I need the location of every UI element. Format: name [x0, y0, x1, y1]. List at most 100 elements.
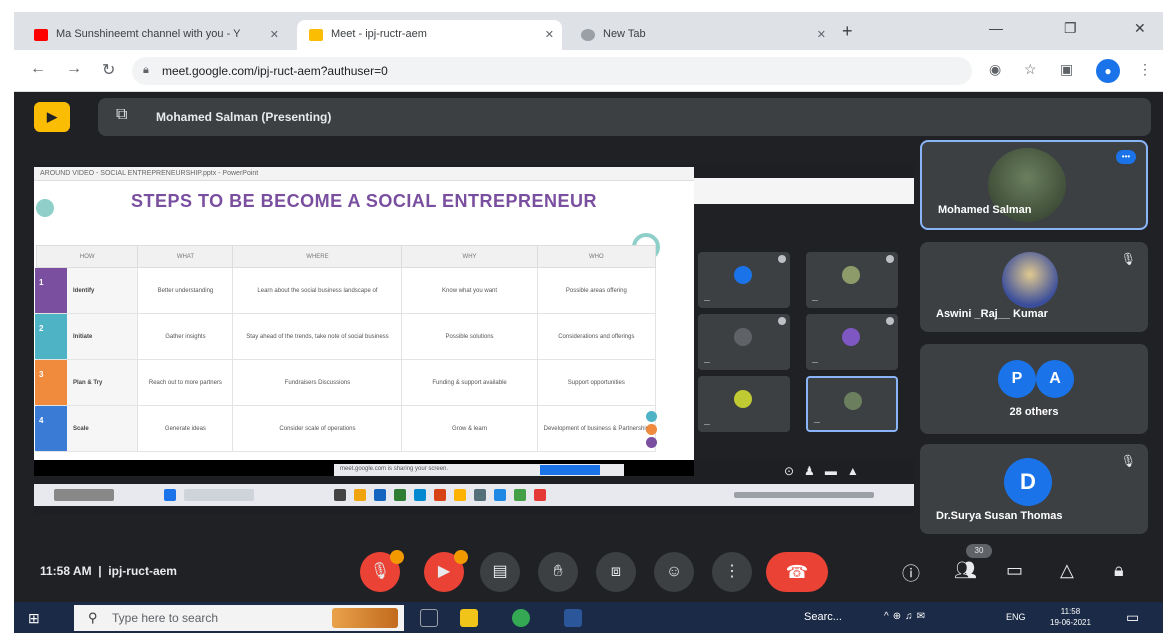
table-cell: Fundraisers Discussions	[232, 359, 403, 406]
tab-label: New Tab	[603, 28, 646, 40]
tab-new-tab[interactable]: New Tab ✕	[569, 20, 834, 50]
mini-controls: ⊙♟▬▲	[784, 464, 869, 478]
participant-name: Mohamed Salman	[938, 204, 1032, 216]
host-controls-icon[interactable]: 🔒︎	[1114, 560, 1124, 581]
more-options-button[interactable]: ⋮	[712, 552, 752, 592]
system-tray-icons[interactable]: ^⊕♫✉	[884, 611, 929, 622]
clock-time: 11:58	[1060, 607, 1081, 616]
mini-participant-tile: —	[698, 314, 790, 370]
new-tab-icon	[581, 29, 595, 41]
step-cell: 3 Plan & Try	[35, 359, 139, 406]
window-close-icon[interactable]: ✕	[1134, 20, 1146, 37]
reactions-button[interactable]: ☺︎	[654, 552, 694, 592]
meet-icon	[309, 29, 323, 41]
step-cell: 2 Initiate	[35, 313, 139, 360]
table-cell: Development of business & Partnership	[536, 405, 657, 452]
restore-icon[interactable]: ❐	[1064, 20, 1077, 37]
captions-button[interactable]: ▤	[480, 552, 520, 592]
table-row: 2 Initiate Gather insights Stay ahead of th…	[35, 313, 657, 360]
chat-icon[interactable]: ▭	[1006, 560, 1023, 581]
participant-photo	[1002, 252, 1058, 308]
back-arrow-icon[interactable]: ←	[30, 60, 46, 78]
camera-permission-icon[interactable]: ◉	[989, 61, 1001, 78]
mini-participant-tile: —	[806, 252, 898, 308]
star-icon[interactable]: ☆	[1024, 61, 1037, 78]
reload-icon[interactable]: ↻	[102, 60, 115, 80]
extensions-icon[interactable]: ▣	[1060, 61, 1073, 78]
close-tab-icon[interactable]: ✕	[817, 28, 826, 41]
camera-toggle-button[interactable]: ▶︎	[424, 550, 468, 592]
windows-start-icon[interactable]: ⊞	[28, 610, 40, 627]
stop-sharing-button[interactable]	[540, 465, 600, 475]
close-tab-icon[interactable]: ✕	[270, 28, 279, 41]
table-cell: Generate ideas	[137, 405, 234, 452]
url-bar[interactable]: 🔒︎ meet.google.com/ipj-ruct-aem?authuser…	[132, 57, 972, 85]
profile-avatar-icon[interactable]: ●	[1096, 59, 1120, 83]
participant-tile[interactable]: D 🎙︎ Dr.Surya Susan Thomas	[920, 444, 1148, 534]
chrome-icon[interactable]	[512, 609, 530, 627]
leave-call-button[interactable]: ☎︎	[766, 552, 828, 592]
raise-hand-button[interactable]: ✋︎	[538, 552, 578, 592]
step-number: 4	[35, 406, 67, 451]
chrome-menu-icon[interactable]: ⋮	[1138, 61, 1152, 78]
clock-date: 19-06-2021	[1050, 618, 1091, 627]
language-indicator[interactable]: ENG	[1006, 612, 1026, 622]
taskbar-search-input[interactable]: ⚲ Type here to search	[74, 605, 404, 631]
table-cell: Considerations and offerings	[536, 313, 657, 360]
column-header: WHY	[401, 245, 538, 268]
shared-taskbar-icon	[454, 489, 466, 501]
close-tab-icon[interactable]: ✕	[545, 28, 554, 41]
meeting-details-icon[interactable]: ⓘ	[902, 560, 920, 586]
shared-screen: AROUND VIDEO - SOCIAL ENTREPRENEURSHIP.p…	[34, 164, 914, 514]
column-header: WHO	[536, 245, 657, 268]
step-label: Initiate	[73, 333, 93, 340]
tab-label: Ma Sunshineemt channel with you - Y	[56, 28, 241, 40]
shared-taskbar-icon	[494, 489, 506, 501]
table-cell: Support opportunities	[536, 359, 657, 406]
people-count-badge: 30	[966, 544, 992, 558]
tab-youtube[interactable]: Ma Sunshineemt channel with you - Y ✕	[22, 20, 287, 50]
activities-icon[interactable]: △	[1060, 560, 1074, 581]
participant-tile[interactable]: ••• Mohamed Salman	[920, 140, 1148, 230]
table-cell: Consider scale of operations	[232, 405, 403, 452]
others-tile[interactable]: P A 28 others	[920, 344, 1148, 434]
shared-taskbar-icon	[514, 489, 526, 501]
meeting-time: 11:58 AM	[40, 564, 92, 578]
clock[interactable]: 11:58 19-06-2021	[1050, 606, 1091, 628]
file-explorer-icon[interactable]	[460, 609, 478, 627]
table-row: 1 Identify Better understanding Learn about…	[35, 267, 657, 314]
table-cell: Possible areas offering	[536, 267, 657, 314]
people-icon[interactable]: 👥︎	[954, 560, 977, 581]
minimize-icon[interactable]: —	[989, 20, 1003, 36]
meet-presenting-icon[interactable]: ▶	[34, 102, 70, 132]
notification-icon[interactable]: ▭	[1126, 609, 1139, 626]
table-cell: Learn about the social business landscap…	[232, 267, 403, 314]
step-number: 3	[35, 360, 67, 405]
mini-participant-tile: —	[806, 314, 898, 370]
new-tab-plus-icon[interactable]: +	[842, 21, 853, 42]
steps-table: HOW WHAT WHERE WHY WHO 1 Identify Better u…	[35, 245, 657, 452]
tab-meet[interactable]: Meet - ipj-ructr-aem ✕	[297, 20, 562, 50]
shared-taskbar-icon	[354, 489, 366, 501]
mini-participant-tile: —	[806, 376, 898, 432]
step-label: Plan & Try	[73, 379, 103, 386]
warning-badge	[454, 550, 468, 564]
participant-tile[interactable]: 🎙︎ Aswini _Raj__ Kumar	[920, 242, 1148, 332]
table-row: 4 Scale Generate ideas Consider scale of op…	[35, 405, 657, 452]
mic-toggle-button[interactable]: 🎙︎	[360, 550, 404, 592]
slide-title: STEPS TO BE BECOME A SOCIAL ENTREPRENEUR	[130, 191, 598, 211]
participant-name: Aswini _Raj__ Kumar	[936, 308, 1048, 320]
others-count: 28 others	[1009, 406, 1059, 418]
word-icon[interactable]	[564, 609, 582, 627]
shared-search-box	[184, 489, 254, 501]
task-view-icon[interactable]	[420, 609, 438, 627]
table-cell: Better understanding	[137, 267, 234, 314]
tray-app-label[interactable]: Searc...	[804, 611, 842, 623]
shared-windows-icon	[164, 489, 176, 501]
present-now-button[interactable]: ⧈	[596, 552, 636, 592]
participant-avatar: D	[1004, 458, 1052, 506]
forward-arrow-icon[interactable]: →	[66, 60, 82, 78]
column-header: HOW	[35, 245, 139, 268]
table-cell: Reach out to more partners	[137, 359, 234, 406]
sharing-notice-text: meet.google.com is sharing your screen.	[340, 466, 449, 472]
